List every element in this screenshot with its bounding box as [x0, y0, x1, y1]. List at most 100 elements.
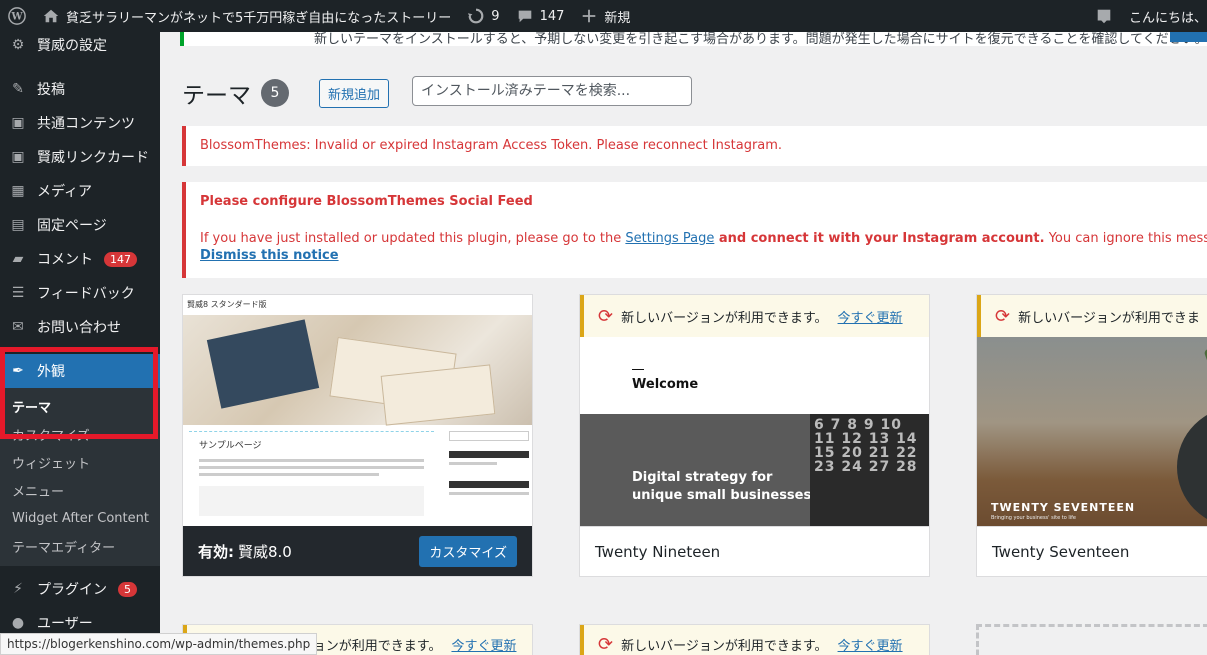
install-warning-text: 新しいテーマをインストールすると、予期しない変更を引き起こす場合があります。問題…: [314, 32, 1207, 47]
code-icon: ▣: [11, 115, 25, 131]
home-icon: [43, 9, 59, 23]
menu-posts[interactable]: ✎ 投稿: [0, 72, 160, 106]
wordpress-icon: W: [8, 7, 26, 25]
settings-page-link[interactable]: Settings Page: [625, 231, 714, 246]
admin-bar: W 貧乏サラリーマンがネットで5千万円稼ぎ自由になったストーリー 9 147 新…: [0, 0, 1207, 32]
text-placeholder: [449, 462, 497, 465]
menu-contact[interactable]: ✉ お問い合わせ: [0, 310, 160, 344]
theme-screenshot: Welcome Digital strategy for unique smal…: [580, 337, 929, 528]
site-name: 貧乏サラリーマンがネットで5千万円稼ぎ自由になったストーリー: [66, 10, 452, 26]
submenu-themes[interactable]: テーマ: [0, 392, 160, 420]
tagline-line: Digital strategy for: [632, 470, 773, 485]
menu-label: メディア: [37, 184, 93, 200]
screenshot-tagline: Digital strategy for unique small busine…: [632, 469, 811, 505]
theme-card-twenty-nineteen[interactable]: ⟳ 新しいバージョンが利用できます。 今すぐ更新 Welcome Digital…: [579, 294, 930, 577]
text-placeholder: [449, 492, 529, 495]
account-menu[interactable]: こんにちは、: [1121, 0, 1207, 32]
customize-button[interactable]: カスタマイズ: [419, 536, 517, 567]
notice-text: BlossomThemes: Invalid or expired Instag…: [200, 138, 783, 153]
menu-label: フィードバック: [37, 286, 135, 302]
comments-menu[interactable]: 147: [508, 0, 573, 32]
submenu-theme-editor[interactable]: テーマエディター: [0, 532, 160, 560]
code-icon: ▣: [11, 149, 25, 165]
screenshot-site-title: TWENTY SEVENTEEN: [991, 501, 1136, 514]
menu-label: コメント: [37, 252, 93, 268]
submenu-widgets[interactable]: ウィジェット: [0, 448, 160, 476]
notice-text: You can ignore this message if you have …: [1048, 231, 1207, 246]
add-new-theme-button[interactable]: 新規追加: [319, 78, 390, 108]
theme-card-active[interactable]: 賢威8 スタンダード版 サンプルページ 有効: 賢威8.0 カスタマイズ: [182, 294, 533, 577]
plugin-count-badge: 5: [118, 581, 137, 597]
theme-count-badge: 5: [261, 79, 289, 107]
update-text: 新しいバージョンが利用できます。: [621, 310, 828, 326]
tagline-line: unique small businesses: [632, 488, 812, 503]
submenu-widget-after-content[interactable]: Widget After Content: [0, 504, 160, 532]
add-new-theme-placeholder[interactable]: [976, 624, 1207, 655]
page-heading: テーマ 5 新規追加: [182, 76, 390, 110]
plant-pot-shape: [1177, 407, 1207, 527]
menu-appearance[interactable]: ✒ 外観: [0, 354, 160, 388]
gear-icon: ⚙: [11, 37, 25, 53]
refresh-icon: ⟳: [995, 305, 1011, 327]
menu-comments[interactable]: ▰ コメント 147: [0, 242, 160, 276]
dismiss-notice-link[interactable]: Dismiss this notice: [200, 248, 1207, 263]
theme-name-footer: Twenty Nineteen: [580, 526, 929, 576]
screenshot-tagline: Bringing your business' site to life: [991, 515, 1076, 521]
text-placeholder: [199, 473, 379, 476]
menu-label: 共通コンテンツ: [37, 116, 135, 132]
screenshot-sidebar: [449, 431, 529, 526]
greeting: こんにちは、: [1128, 10, 1207, 26]
theme-name: Twenty Seventeen: [992, 542, 1130, 561]
submenu-customize[interactable]: カスタマイズ: [0, 420, 160, 448]
refresh-icon: ⟳: [598, 305, 614, 327]
updates-menu[interactable]: 9: [459, 0, 507, 32]
main-content: 新しいテーマをインストールすると、予期しない変更を引き起こす場合があります。問題…: [160, 32, 1207, 655]
menu-common-content[interactable]: ▣ 共通コンテンツ: [0, 106, 160, 140]
update-text: 新しいバージョンが利用できま: [1018, 310, 1200, 326]
updates-icon: [468, 8, 484, 24]
menu-link-card[interactable]: ▣ 賢威リンクカード: [0, 140, 160, 174]
comments-count: 147: [539, 8, 565, 24]
open-book-shape: [380, 364, 496, 426]
install-warning-notice: 新しいテーマをインストールすると、予期しない変更を引き起こす場合があります。問題…: [180, 32, 1207, 47]
theme-name-footer: Twenty Seventeen: [977, 526, 1207, 576]
screenshot-hero-image: [183, 315, 532, 426]
menu-feedback[interactable]: ☰ フィードバック: [0, 276, 160, 310]
menu-label: 固定ページ: [37, 218, 107, 234]
browser-status-bar: https://blogerkenshino.com/wp-admin/them…: [0, 633, 318, 655]
new-content-menu[interactable]: 新規: [572, 0, 638, 32]
menu-label: プラグイン: [37, 582, 107, 598]
menu-label: お問い合わせ: [37, 320, 121, 336]
update-available-bar: ⟳ 新しいバージョンが利用できます。 今すぐ更新: [580, 625, 929, 655]
theme-search-input[interactable]: [412, 76, 692, 106]
update-now-link[interactable]: 今すぐ更新: [451, 635, 516, 654]
menu-keni-settings[interactable]: ⚙ 賢威の設定: [0, 32, 160, 62]
menu-plugins[interactable]: ⚡ プラグイン 5: [0, 572, 160, 606]
comment-icon: ▰: [12, 251, 24, 267]
theme-card-row2-2[interactable]: ⟳ 新しいバージョンが利用できます。 今すぐ更新: [579, 624, 930, 655]
new-label: 新規: [604, 10, 631, 26]
menu-media[interactable]: ▦ メディア: [0, 174, 160, 208]
menu-pages[interactable]: ▤ 固定ページ: [0, 208, 160, 242]
instagram-token-error-notice: BlossomThemes: Invalid or expired Instag…: [182, 126, 1207, 166]
notes-menu[interactable]: [1087, 0, 1121, 32]
screenshot-calendar: 6 7 8 9 10 11 12 13 14 15 20 21 22 23 24…: [810, 414, 929, 528]
active-label: 有効:: [198, 542, 234, 561]
svg-text:W: W: [10, 12, 23, 23]
update-now-link[interactable]: 今すぐ更新: [838, 635, 903, 654]
notice-body: If you have just installed or updated th…: [200, 231, 1207, 246]
text-placeholder: [199, 459, 424, 462]
site-name-menu[interactable]: 貧乏サラリーマンがネットで5千万円稼ぎ自由になったストーリー: [34, 0, 459, 32]
theme-card-twenty-seventeen[interactable]: ⟳ 新しいバージョンが利用できま TWENTY SEVENTEEN Bringi…: [976, 294, 1207, 577]
social-feed-config-notice: Please configure BlossomThemes Social Fe…: [182, 182, 1207, 278]
update-now-link[interactable]: 今すぐ更新: [838, 307, 903, 326]
wp-logo-menu[interactable]: W: [0, 0, 34, 32]
menu-label: 投稿: [37, 82, 65, 98]
plus-icon: [583, 9, 596, 23]
admin-sidebar: ⚙ 賢威の設定 ✎ 投稿 ▣ 共通コンテンツ ▣ 賢威リンクカード ▦ メディア…: [0, 32, 160, 655]
mail-icon: ✉: [12, 319, 24, 335]
notice-action-button[interactable]: [1170, 32, 1207, 42]
submenu-menus[interactable]: メニュー: [0, 476, 160, 504]
notification-icon: [1097, 9, 1111, 24]
menu-label: ユーザー: [37, 616, 93, 632]
